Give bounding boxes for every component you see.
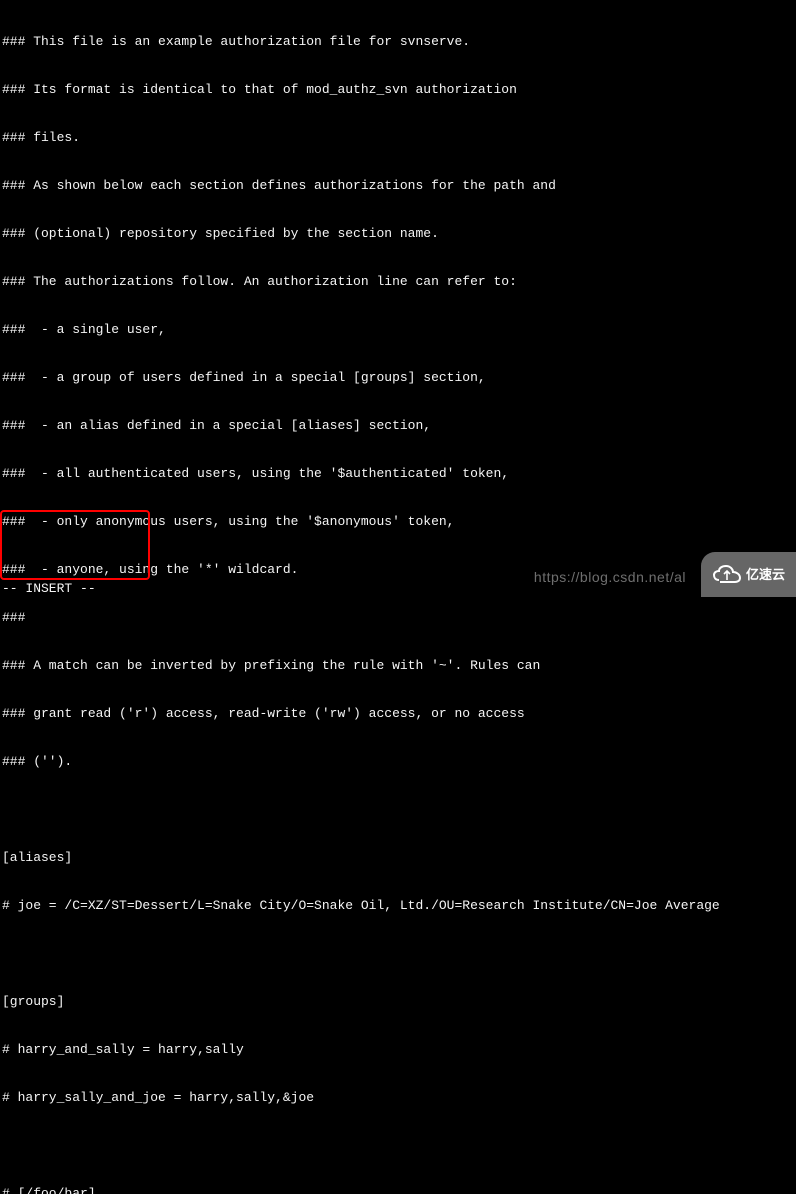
file-line: [aliases]: [2, 850, 796, 866]
logo-text: 亿速云: [746, 567, 785, 583]
file-line: ### ('').: [2, 754, 796, 770]
file-line: ### - only anonymous users, using the '$…: [2, 514, 796, 530]
file-line: # harry_sally_and_joe = harry,sally,&joe: [2, 1090, 796, 1106]
file-line: ### This file is an example authorizatio…: [2, 34, 796, 50]
file-line: ### - a group of users defined in a spec…: [2, 370, 796, 386]
file-line: ### (optional) repository specified by t…: [2, 226, 796, 242]
file-line: ### - a single user,: [2, 322, 796, 338]
file-line: ### files.: [2, 130, 796, 146]
file-line: ### - all authenticated users, using the…: [2, 466, 796, 482]
file-line: [2, 1138, 796, 1154]
logo-badge: 亿速云: [701, 552, 796, 597]
cloud-icon: [712, 564, 742, 586]
file-line: # harry_and_sally = harry,sally: [2, 1042, 796, 1058]
file-line: ###: [2, 610, 796, 626]
file-line: ### Its format is identical to that of m…: [2, 82, 796, 98]
file-line: ### A match can be inverted by prefixing…: [2, 658, 796, 674]
file-line: # joe = /C=XZ/ST=Dessert/L=Snake City/O=…: [2, 898, 796, 914]
file-line: [groups]: [2, 994, 796, 1010]
vim-status-line: -- INSERT --: [2, 581, 96, 597]
file-line: [2, 946, 796, 962]
file-line: # [/foo/bar]: [2, 1186, 796, 1194]
watermark-url: https://blog.csdn.net/al: [534, 569, 686, 585]
file-line: ### The authorizations follow. An author…: [2, 274, 796, 290]
terminal-content[interactable]: ### This file is an example authorizatio…: [2, 2, 796, 1194]
file-line: ### - an alias defined in a special [ali…: [2, 418, 796, 434]
file-line: ### grant read ('r') access, read-write …: [2, 706, 796, 722]
file-line: [2, 802, 796, 818]
file-line: ### As shown below each section defines …: [2, 178, 796, 194]
